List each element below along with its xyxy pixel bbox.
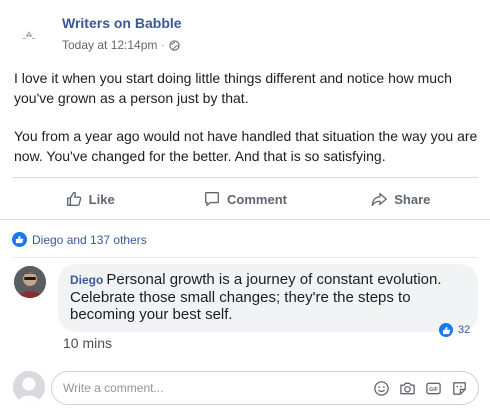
commenter-avatar[interactable] bbox=[14, 266, 46, 298]
divider bbox=[12, 257, 478, 258]
composer-tools: GIF bbox=[373, 380, 468, 397]
gif-icon[interactable]: GIF bbox=[425, 380, 442, 397]
post-paragraph: I love it when you start doing little th… bbox=[14, 70, 452, 106]
page-logo-text: _⁂_ bbox=[23, 32, 35, 39]
like-reaction-icon bbox=[439, 323, 453, 337]
page-name-link[interactable]: Writers on Babble bbox=[62, 15, 182, 31]
post-body: I love it when you start doing little th… bbox=[14, 68, 480, 166]
comment-text: Personal growth is a journey of constant… bbox=[70, 271, 442, 323]
share-arrow-icon bbox=[371, 192, 388, 206]
comment-label: Comment bbox=[227, 191, 287, 207]
post-meta: Today at 12:14pm · bbox=[62, 38, 180, 52]
divider bbox=[12, 177, 478, 178]
emoji-icon[interactable] bbox=[373, 380, 390, 397]
reactions-text: Diego and 137 others bbox=[32, 232, 147, 247]
thumbs-up-icon bbox=[66, 191, 81, 206]
my-avatar[interactable] bbox=[13, 371, 45, 403]
page-avatar[interactable]: _⁂_ bbox=[14, 14, 54, 54]
sticker-icon[interactable] bbox=[451, 380, 468, 397]
comment-input[interactable] bbox=[63, 379, 353, 397]
comment-likes-number: 32 bbox=[458, 324, 471, 336]
comment-button[interactable]: Comment bbox=[167, 182, 322, 216]
post-card: _⁂_ Writers on Babble Today at 12:14pm ·… bbox=[0, 0, 490, 413]
comment-icon bbox=[205, 192, 219, 206]
svg-text:GIF: GIF bbox=[429, 387, 438, 393]
default-profile-icon bbox=[13, 371, 45, 403]
section-divider bbox=[0, 219, 490, 220]
comment-composer[interactable]: GIF bbox=[51, 371, 479, 405]
post-paragraph: You from a year ago would not have handl… bbox=[14, 128, 478, 164]
comment-author-link[interactable]: Diego bbox=[70, 273, 103, 287]
camera-icon[interactable] bbox=[399, 380, 416, 397]
profile-photo-icon bbox=[14, 266, 46, 298]
share-label: Share bbox=[394, 191, 431, 207]
post-timestamp[interactable]: Today at 12:14pm bbox=[62, 38, 157, 52]
reactions-summary[interactable]: Diego and 137 others bbox=[12, 232, 147, 247]
share-button[interactable]: Share bbox=[323, 182, 478, 216]
like-label: Like bbox=[88, 191, 115, 207]
like-reaction-icon bbox=[12, 232, 27, 247]
comment-timestamp[interactable]: 10 mins bbox=[63, 335, 112, 351]
comment-like-count[interactable]: 32 bbox=[439, 323, 470, 337]
like-button[interactable]: Like bbox=[12, 182, 167, 216]
comment-bubble: Diego Personal growth is a journey of con… bbox=[58, 264, 478, 332]
globe-icon[interactable] bbox=[169, 39, 180, 51]
action-bar: Like Comment Share bbox=[12, 182, 478, 216]
meta-separator: · bbox=[161, 39, 165, 51]
